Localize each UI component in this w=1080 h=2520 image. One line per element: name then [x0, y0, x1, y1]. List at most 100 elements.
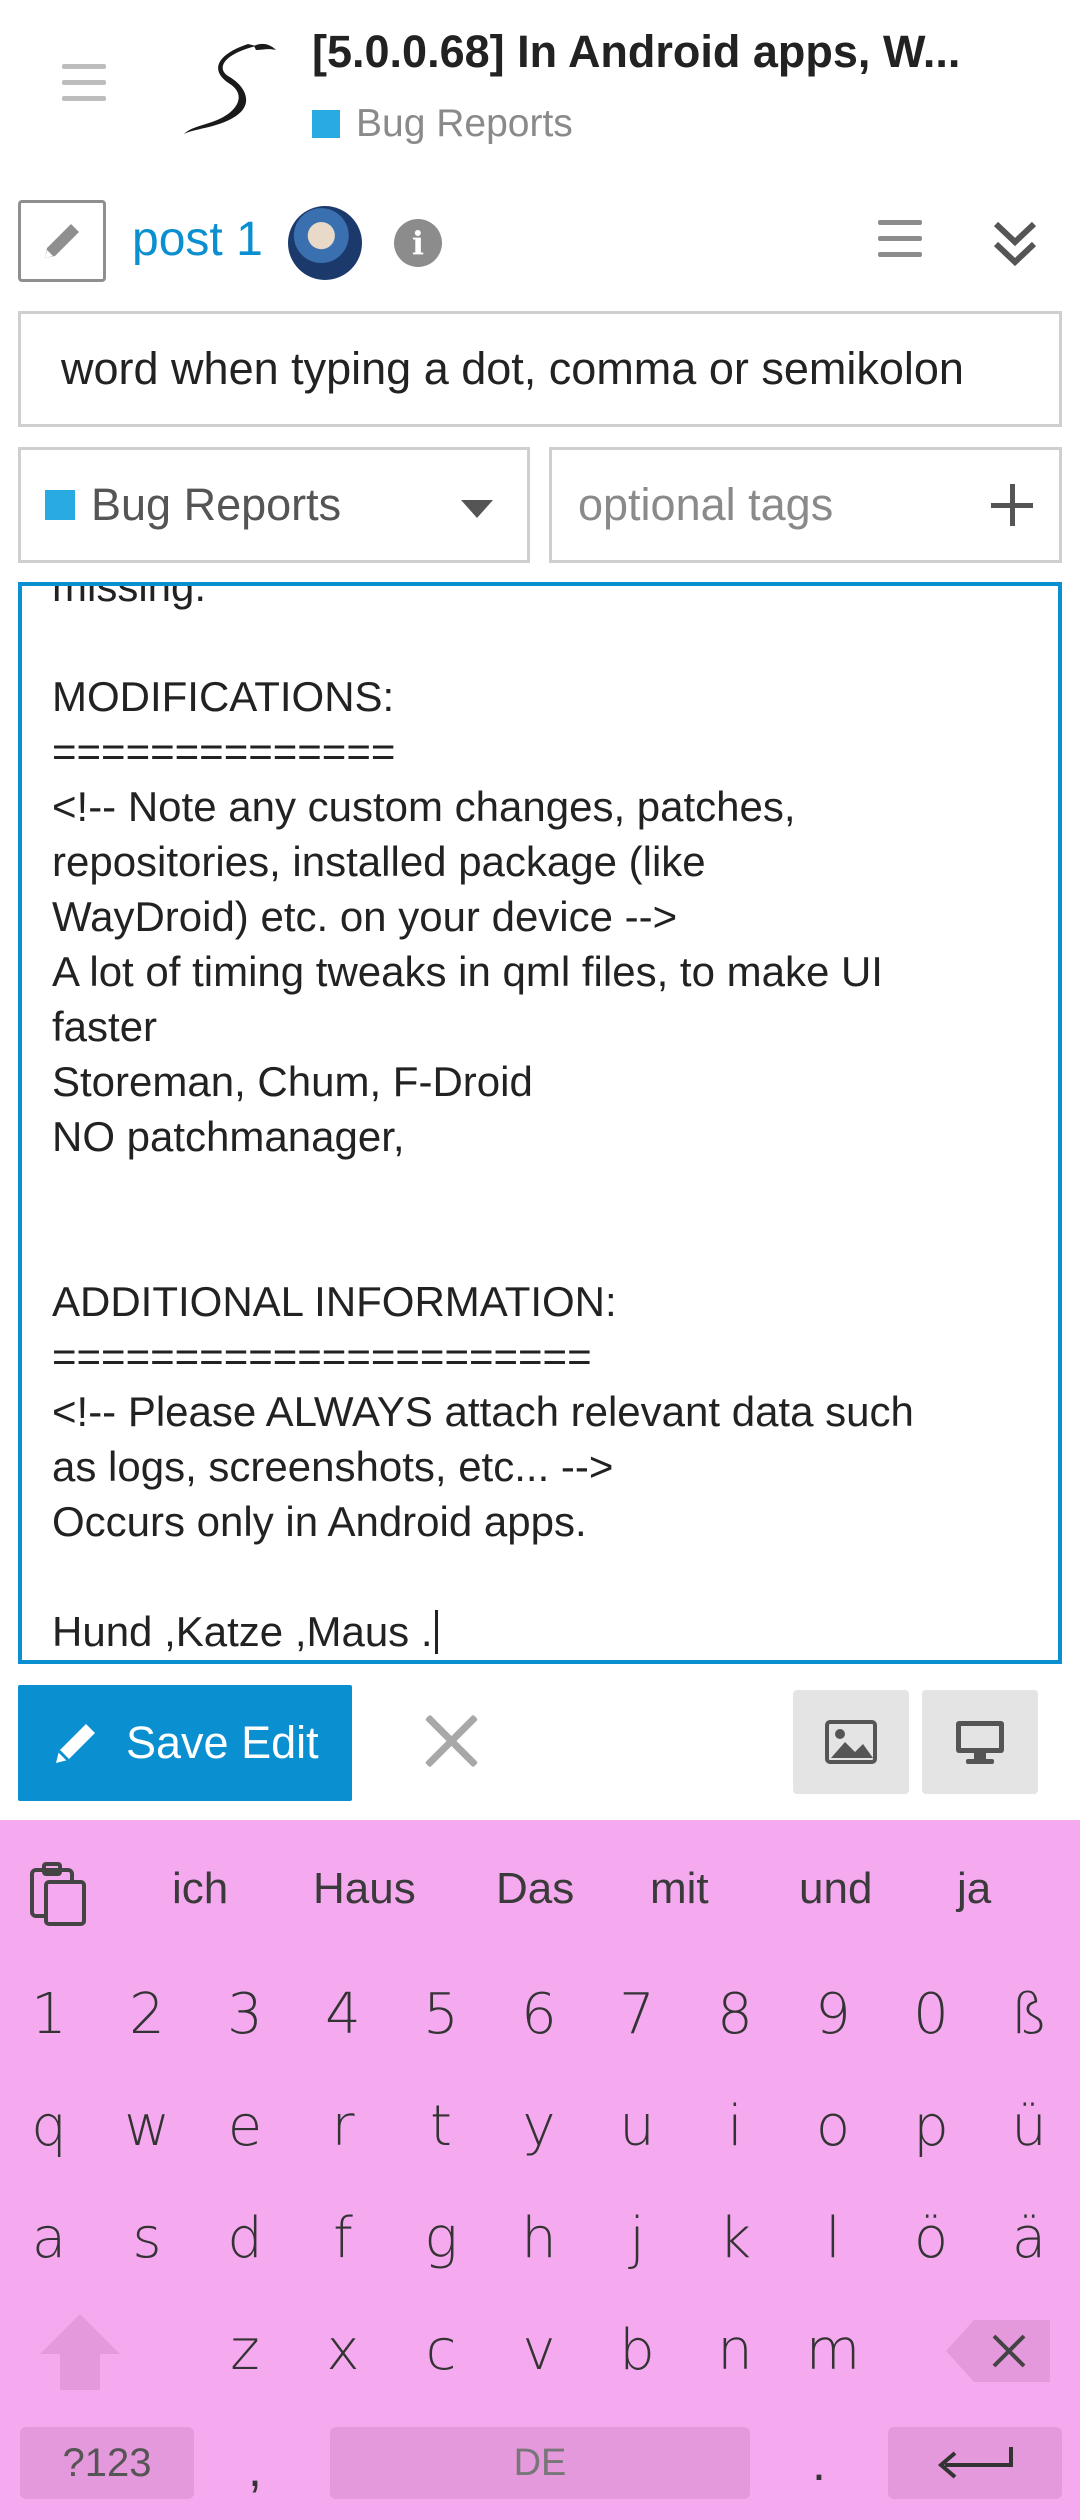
key-f[interactable]: f [303, 2206, 383, 2271]
suggestion-word[interactable]: ja [957, 1864, 991, 1914]
body-line: Hund ,Katze ,Maus . [52, 1608, 433, 1655]
desktop-icon [956, 1721, 1004, 1764]
body-line: faster [52, 1003, 158, 1050]
shift-icon[interactable] [38, 2310, 122, 2394]
pencil-icon [45, 224, 79, 258]
key-p[interactable]: p [891, 2094, 971, 2159]
tags-placeholder: optional tags [578, 479, 834, 530]
list-icon[interactable] [878, 220, 922, 268]
body-line: WayDroid) etc. on your device --> [52, 893, 678, 940]
pencil-icon [56, 1724, 95, 1763]
key-m[interactable]: m [793, 2318, 873, 2383]
key-r[interactable]: r [303, 2094, 383, 2159]
key-h[interactable]: h [499, 2206, 579, 2271]
body-line: as logs, screenshots, etc... --> [52, 1443, 614, 1490]
key-period[interactable]: . [812, 2434, 826, 2492]
key-d[interactable]: d [205, 2206, 285, 2271]
hamburger-menu-icon[interactable] [62, 64, 106, 104]
suggestion-word[interactable]: und [799, 1864, 872, 1914]
key-b[interactable]: b [597, 2318, 677, 2383]
key-a-umlaut[interactable]: ä [989, 2206, 1069, 2271]
key-4[interactable]: 4 [303, 1982, 383, 2047]
title-input[interactable]: word when typing a dot, comma or semikol… [18, 311, 1062, 427]
key-8[interactable]: 8 [695, 1982, 775, 2047]
key-z[interactable]: z [205, 2318, 285, 2383]
key-u-umlaut[interactable]: ü [989, 2094, 1069, 2159]
post-link[interactable]: post 1 [132, 212, 263, 267]
body-last-line: Hund ,Katze ,Maus . [52, 1604, 1042, 1659]
body-line: Occurs only in Android apps. [52, 1498, 587, 1545]
key-k[interactable]: k [695, 2206, 775, 2271]
key-7[interactable]: 7 [597, 1982, 677, 2047]
key-x[interactable]: x [303, 2318, 383, 2383]
topic-category-label: Bug Reports [356, 102, 573, 145]
text-cursor [434, 1610, 438, 1654]
enter-icon [937, 2447, 1013, 2479]
key-1[interactable]: 1 [9, 1982, 89, 2047]
key-3[interactable]: 3 [205, 1982, 285, 2047]
key-o-umlaut[interactable]: ö [891, 2206, 971, 2271]
body-line [52, 1549, 1042, 1604]
clipboard-icon[interactable] [28, 1862, 88, 1926]
key-e[interactable]: e [205, 2094, 285, 2159]
space-key[interactable]: DE [330, 2427, 750, 2499]
backspace-icon[interactable] [944, 2318, 1054, 2384]
body-line: ====================== [52, 1333, 592, 1380]
body-text: missing. MODIFICATIONS: ============== <… [52, 582, 1042, 1659]
key-6[interactable]: 6 [499, 1982, 579, 2047]
key-0[interactable]: 0 [891, 1982, 971, 2047]
body-line: Storeman, Chum, F-Droid [52, 1058, 533, 1105]
category-select[interactable]: Bug Reports [18, 447, 530, 563]
body-line: NO patchmanager, [52, 1113, 405, 1160]
info-icon[interactable]: i [394, 219, 442, 267]
suggestion-word[interactable]: Das [496, 1864, 574, 1914]
key-c[interactable]: c [401, 2318, 481, 2383]
key-eszett[interactable]: ß [989, 1982, 1069, 2047]
upload-image-button[interactable] [793, 1690, 909, 1794]
key-s[interactable]: s [107, 2206, 187, 2271]
save-edit-button[interactable]: Save Edit [18, 1685, 352, 1801]
body-line [52, 1219, 1042, 1274]
key-comma[interactable]: , [248, 2440, 262, 2498]
key-a[interactable]: a [9, 2206, 89, 2271]
key-y[interactable]: y [499, 2094, 579, 2159]
save-edit-label: Save Edit [126, 1717, 319, 1768]
cancel-close-icon[interactable] [424, 1713, 480, 1769]
key-n[interactable]: n [695, 2318, 775, 2383]
key-l[interactable]: l [793, 2206, 873, 2271]
key-w[interactable]: w [107, 2094, 187, 2159]
suggestion-word[interactable]: Haus [313, 1864, 416, 1914]
topic-title[interactable]: [5.0.0.68] In Android apps, W... [312, 26, 1032, 78]
key-i[interactable]: i [695, 2094, 775, 2159]
suggestion-word[interactable]: ich [172, 1864, 228, 1914]
body-line: A lot of timing tweaks in qml files, to … [52, 948, 883, 995]
key-2[interactable]: 2 [107, 1982, 187, 2047]
key-q[interactable]: q [9, 2094, 89, 2159]
key-g[interactable]: g [401, 2206, 481, 2271]
edit-reason-button[interactable] [18, 200, 106, 282]
body-line: <!-- Please ALWAYS attach relevant data … [52, 1388, 914, 1435]
sailfish-logo[interactable] [178, 36, 284, 142]
key-o[interactable]: o [793, 2094, 873, 2159]
toggle-preview-button[interactable] [922, 1690, 1038, 1794]
suggestion-word[interactable]: mit [650, 1864, 709, 1914]
body-line: missing. [52, 582, 207, 610]
caret-down-icon [461, 500, 493, 518]
category-color-square [45, 490, 75, 520]
body-line: repositories, installed package (like [52, 838, 706, 885]
body-line: <!-- Note any custom changes, patches, [52, 783, 796, 830]
body-line [52, 614, 1042, 669]
key-5[interactable]: 5 [401, 1982, 481, 2047]
enter-key[interactable] [888, 2427, 1062, 2499]
key-v[interactable]: v [499, 2318, 579, 2383]
key-j[interactable]: j [597, 2206, 677, 2271]
key-u[interactable]: u [597, 2094, 677, 2159]
collapse-chevrons-icon[interactable] [990, 214, 1040, 274]
topic-category[interactable]: Bug Reports [312, 102, 573, 146]
body-editor[interactable]: missing. MODIFICATIONS: ============== <… [18, 582, 1062, 1664]
symbols-key[interactable]: ?123 [20, 2427, 194, 2499]
avatar[interactable] [288, 206, 362, 280]
key-t[interactable]: t [401, 2094, 481, 2159]
key-9[interactable]: 9 [793, 1982, 873, 2047]
tags-input[interactable]: optional tags [549, 447, 1062, 563]
